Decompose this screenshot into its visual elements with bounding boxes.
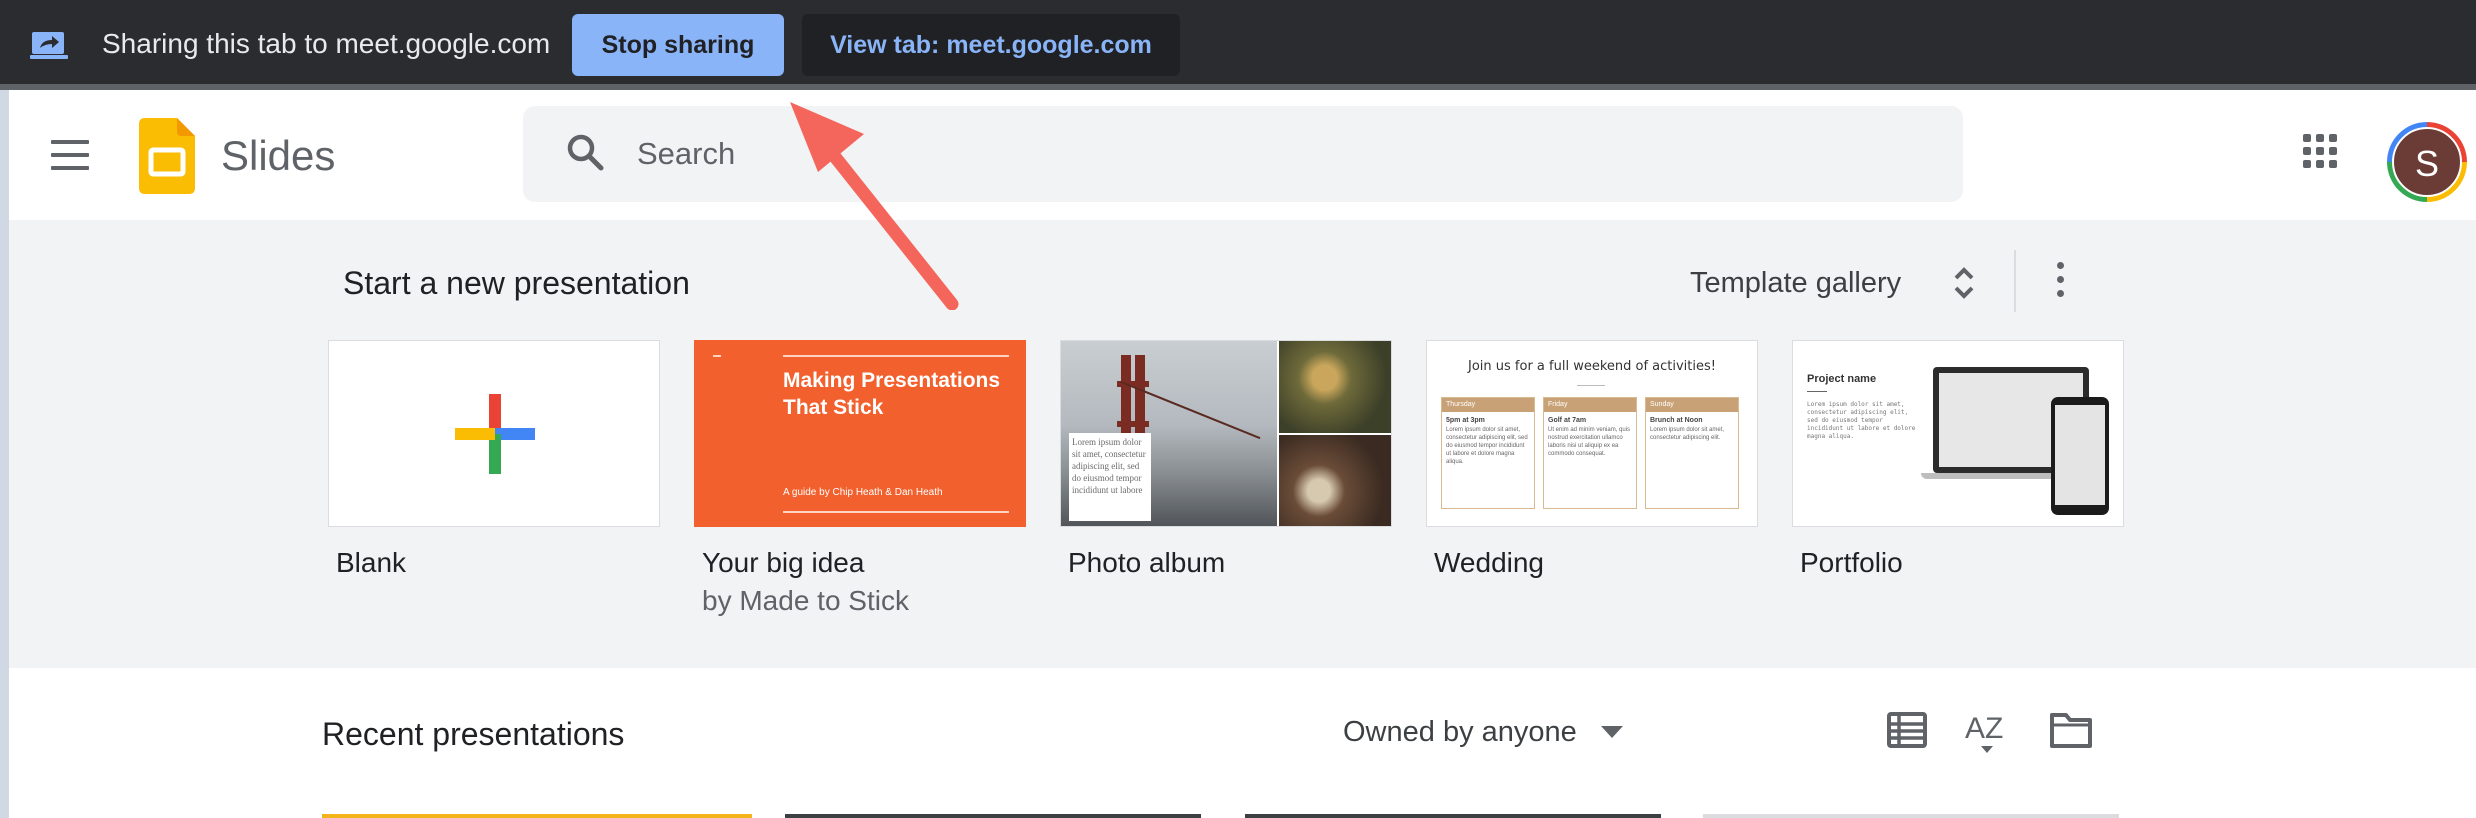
wedding-day-label: Friday: [1544, 398, 1636, 412]
phone-illustration: [2051, 397, 2109, 515]
stop-sharing-button[interactable]: Stop sharing: [572, 14, 784, 76]
template-portfolio-label[interactable]: Portfolio: [1800, 547, 1903, 579]
annotation-arrow-icon: [790, 102, 959, 310]
window-edge: [0, 90, 9, 818]
recent-heading: Recent presentations: [322, 716, 625, 752]
recent-thumb-edge[interactable]: [1245, 814, 1661, 818]
unfold-icon[interactable]: [1950, 264, 1978, 302]
wedding-day-text: Lorem ipsum dolor sit amet, consectetur …: [1446, 427, 1528, 465]
app-header: Slides S: [9, 90, 2476, 220]
plus-icon: [455, 394, 535, 474]
dropdown-caret-icon[interactable]: [1601, 726, 1623, 738]
photo-thumb-caption: Lorem ipsum dolor sit amet, consectetur …: [1069, 433, 1151, 521]
wedding-time-label: Golf at 7am: [1548, 417, 1587, 424]
slides-logo[interactable]: [139, 118, 195, 194]
more-options-icon[interactable]: [2050, 262, 2070, 302]
template-portfolio[interactable]: Project name Lorem ipsum dolor sit amet,…: [1792, 340, 2124, 527]
account-avatar-button[interactable]: S: [2387, 122, 2467, 202]
menu-icon[interactable]: [51, 140, 89, 170]
view-tab-button[interactable]: View tab: meet.google.com: [802, 14, 1180, 76]
photo-thumb-leaves: [1279, 341, 1391, 433]
wedding-day-label: Sunday: [1646, 398, 1738, 412]
apps-grid-icon[interactable]: [2303, 134, 2337, 168]
wedding-day-text: Lorem ipsum dolor sit amet, consectetur …: [1650, 427, 1725, 441]
tab-share-bar: Sharing this tab to meet.google.com Stop…: [0, 0, 2476, 90]
template-blank[interactable]: [328, 340, 660, 527]
big-idea-thumb-title: Making Presentations That Stick: [783, 369, 1001, 419]
template-big-idea-label[interactable]: Your big idea: [702, 547, 864, 579]
start-new-heading: Start a new presentation: [343, 265, 690, 301]
template-blank-label[interactable]: Blank: [336, 547, 406, 579]
portfolio-thumb-text: Lorem ipsum dolor sit amet, consectetur …: [1807, 401, 1916, 440]
sort-az-icon[interactable]: AZ: [1965, 708, 2009, 754]
svg-text:AZ: AZ: [1965, 712, 2003, 745]
wedding-thumb-title: Join us for a full weekend of activities…: [1468, 359, 1716, 374]
template-wedding[interactable]: Join us for a full weekend of activities…: [1426, 340, 1758, 527]
recent-presentations-section: Recent presentations Owned by anyone AZ: [9, 668, 2476, 818]
sharing-message: Sharing this tab to meet.google.com: [102, 28, 551, 59]
recent-thumb-edge[interactable]: [785, 814, 1201, 818]
divider: [2014, 250, 2016, 312]
list-view-icon[interactable]: [1887, 712, 1927, 748]
search-icon[interactable]: [565, 132, 605, 172]
recent-thumb-edge[interactable]: [322, 814, 752, 818]
avatar: S: [2392, 127, 2462, 197]
wedding-time-label: Brunch at Noon: [1650, 417, 1703, 424]
big-idea-thumb-byline: A guide by Chip Heath & Dan Heath: [783, 487, 943, 498]
wedding-time-label: 5pm at 3pm: [1446, 417, 1485, 424]
template-photo-album[interactable]: Lorem ipsum dolor sit amet, consectetur …: [1060, 340, 1392, 527]
template-gallery-button[interactable]: Template gallery: [1690, 258, 1901, 308]
folder-icon[interactable]: [2049, 710, 2093, 750]
recent-thumb-edge[interactable]: [1703, 814, 2119, 818]
search-bar[interactable]: [523, 106, 1963, 202]
wedding-day-label: Thursday: [1442, 398, 1534, 412]
template-big-idea[interactable]: Making Presentations That Stick A guide …: [694, 340, 1026, 527]
portfolio-thumb-title: Project name: [1807, 373, 1877, 385]
photo-thumb-table: [1279, 435, 1391, 526]
wedding-day-text: Ut enim ad minim veniam, quis nostrud ex…: [1548, 427, 1631, 457]
template-big-idea-sub: by Made to Stick: [702, 585, 909, 616]
owner-filter-dropdown[interactable]: Owned by anyone: [1343, 710, 1577, 754]
template-wedding-label[interactable]: Wedding: [1434, 547, 1544, 579]
screen-share-icon: [30, 32, 68, 59]
app-title[interactable]: Slides: [221, 132, 335, 180]
template-photo-album-label[interactable]: Photo album: [1068, 547, 1225, 579]
